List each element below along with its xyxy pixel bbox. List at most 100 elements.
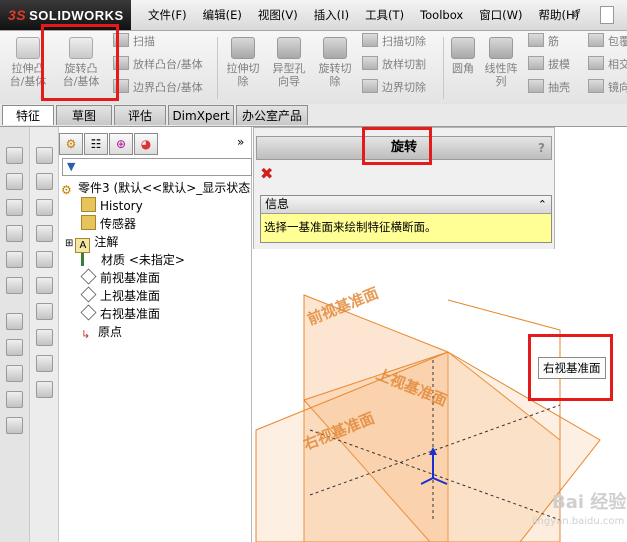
sweep-button[interactable]: 扫描 [113,33,155,50]
tree-item-right-plane[interactable]: 右视基准面 [80,304,160,323]
hole-wizard-button[interactable]: 异型孔 向导 [268,37,310,88]
plane-icon [80,268,97,285]
ribbon-divider [443,37,444,99]
wrap-button[interactable]: 包覆 [588,33,627,50]
tree-filter-input[interactable]: ▼ [62,158,252,176]
feature-icon[interactable] [36,381,53,398]
sketch-icon[interactable] [6,391,23,408]
revolve-cut-button[interactable]: 旋转切 除 [314,37,356,88]
tab-sketch[interactable]: 草图 [56,105,112,125]
callout-revolve-boss [41,24,119,101]
part-icon: ⚙ [61,183,72,197]
menu-view[interactable]: 视图(V) [250,0,306,30]
filter-icon: ▼ [67,160,76,173]
tree-root-part[interactable]: ⚙ 零件3 (默认<<默认>_显示状态 [61,179,250,197]
boundary-boss-button[interactable]: 边界凸台/基体 [113,79,203,96]
callout-right-plane [528,334,613,401]
feature-icon[interactable] [36,147,53,164]
command-tabs: 特征 草图 评估 DimXpert 办公室产品 [0,104,627,127]
wrap-icon [588,33,604,47]
help-icon[interactable]: ? [538,137,545,159]
extrude-cut-button[interactable]: 拉伸切 除 [222,37,264,88]
tree-item-material[interactable]: 材质 <未指定> [81,251,185,269]
feature-icon[interactable] [36,355,53,372]
menu-insert[interactable]: 插入(I) [306,0,357,30]
history-icon [81,197,96,212]
feature-icon[interactable] [36,251,53,268]
sensor-icon [81,215,96,230]
intersect-button[interactable]: 相交 [588,56,627,73]
sweep-cut-button[interactable]: 扫描切除 [362,33,426,50]
menu-file[interactable]: 文件(F) [140,0,195,30]
tree-item-origin[interactable]: ↳ 原点 [81,323,122,341]
view-icon[interactable] [6,173,23,190]
view-icon[interactable] [6,147,23,164]
tab-dimxpert[interactable]: DimXpert [168,105,234,125]
menu-toolbox[interactable]: Toolbox [412,0,471,30]
linear-pattern-icon [489,37,513,59]
watermark: Bai 经验 [552,492,627,513]
feature-icon[interactable] [36,329,53,346]
mirror-button[interactable]: 镜向 [588,79,627,96]
menu-edit[interactable]: 编辑(E) [195,0,250,30]
property-tab-icon[interactable]: ☷ [84,133,108,155]
feature-icon[interactable] [36,303,53,320]
draft-button[interactable]: 拔模 [528,56,570,73]
expand-icon[interactable]: ⊞ [65,238,73,249]
fillet-icon [451,37,475,59]
tab-office-products[interactable]: 办公室产品 [236,105,308,125]
view-icon[interactable] [6,199,23,216]
config-tab-icon[interactable]: ⊕ [109,133,133,155]
view-icon[interactable] [6,277,23,294]
feature-icon[interactable] [36,199,53,216]
feature-manager: ⚙ ☷ ⊕ ◕ » ▼ ⚙ 零件3 (默认<<默认>_显示状态 History 传… [59,127,252,542]
extrude-boss-icon [16,37,40,59]
feature-icon[interactable] [36,173,53,190]
tree-item-sensors[interactable]: 传感器 [81,215,136,233]
hole-wizard-icon [277,37,301,59]
shell-icon [528,79,544,93]
sketch-icon[interactable] [6,365,23,382]
pin-icon[interactable]: ✐ [571,7,585,22]
cancel-icon[interactable]: ✖ [260,164,273,183]
shell-button[interactable]: 抽壳 [528,79,570,96]
info-panel-header[interactable]: 信息 ⌃ [261,196,551,214]
tab-features[interactable]: 特征 [2,105,54,125]
view-toolbar [0,127,30,542]
feature-tree-tab-icon[interactable]: ⚙ [59,133,83,155]
tab-evaluate[interactable]: 评估 [114,105,166,125]
view-icon[interactable] [6,225,23,242]
tree-item-annotations[interactable]: ⊞ A 注解 [65,233,118,253]
new-document-icon[interactable] [600,6,614,24]
collapse-icon[interactable]: ⌃ [538,196,547,213]
tree-item-history[interactable]: History [81,197,143,215]
material-icon [81,253,97,266]
view-icon[interactable] [6,251,23,268]
sketch-icon[interactable] [6,313,23,330]
tree-item-front-plane[interactable]: 前视基准面 [80,268,160,287]
draft-icon [528,56,544,70]
rib-icon [528,33,544,47]
extrude-cut-icon [231,37,255,59]
feature-icon[interactable] [36,277,53,294]
menu-bar: 文件(F) 编辑(E) 视图(V) 插入(I) 工具(T) Toolbox 窗口… [140,0,587,30]
sketch-icon[interactable] [6,339,23,356]
plane-icon [80,286,97,303]
feature-icon[interactable] [36,225,53,242]
loft-button[interactable]: 放样凸台/基体 [113,56,203,73]
tree-item-top-plane[interactable]: 上视基准面 [80,286,160,305]
menu-tools[interactable]: 工具(T) [357,0,412,30]
mirror-icon [588,79,604,93]
loft-cut-button[interactable]: 放样切割 [362,56,426,73]
menu-window[interactable]: 窗口(W) [471,0,530,30]
intersect-icon [588,56,604,70]
sketch-icon[interactable] [6,417,23,434]
chevron-right-icon[interactable]: » [237,135,244,149]
appearance-tab-icon[interactable]: ◕ [134,133,158,155]
plane-icon [80,304,97,321]
loft-cut-icon [362,56,378,70]
linear-pattern-button[interactable]: 线性阵 列 [481,37,521,88]
fillet-button[interactable]: 圆角 [446,37,480,75]
boundary-cut-button[interactable]: 边界切除 [362,79,426,96]
rib-button[interactable]: 筋 [528,33,559,50]
